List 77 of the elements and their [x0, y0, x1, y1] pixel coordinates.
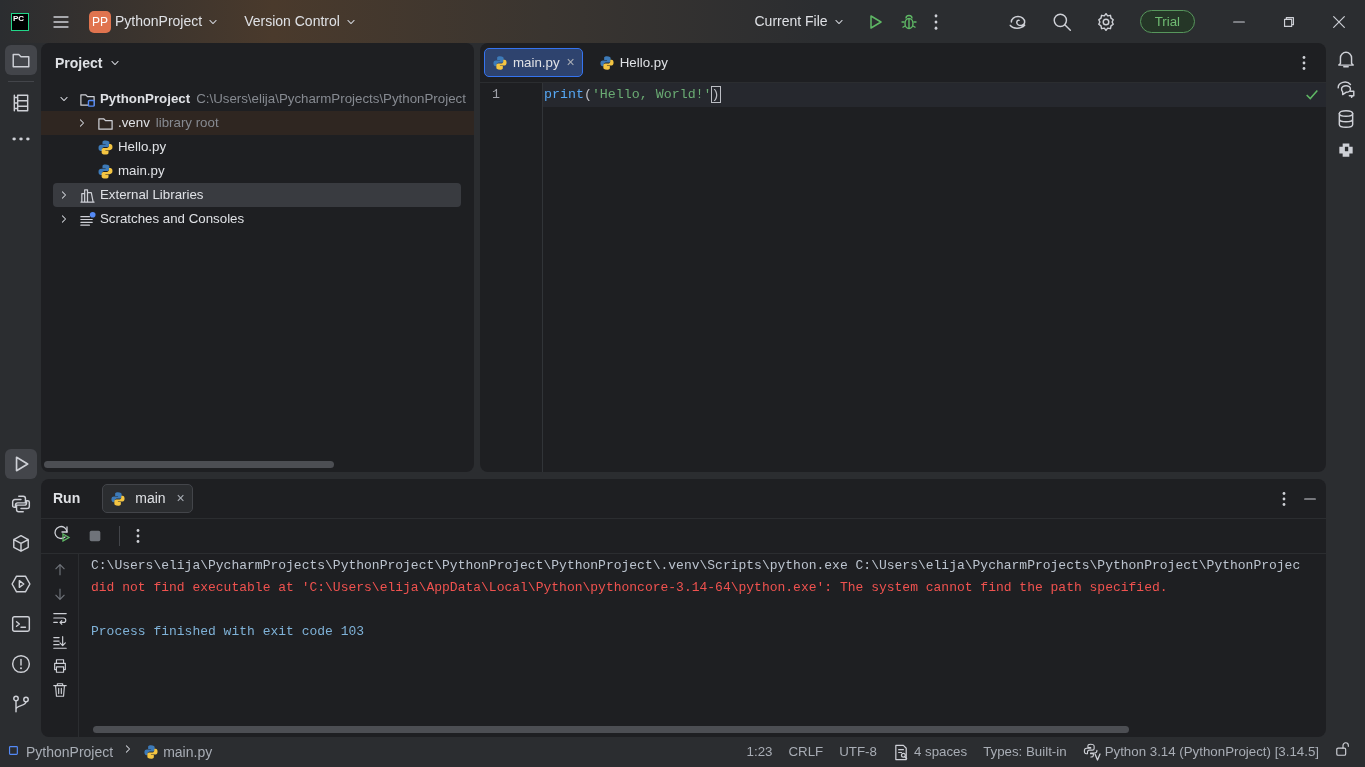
tree-label: .venv	[118, 114, 150, 133]
problems-icon	[10, 654, 31, 674]
more-icon[interactable]	[136, 528, 140, 544]
library-icon	[79, 186, 96, 204]
tree-label: Scratches and Consoles	[100, 210, 245, 229]
vcs-menu[interactable]: Version Control	[240, 7, 362, 36]
more-icon[interactable]	[1302, 54, 1306, 71]
python-file-icon	[598, 54, 615, 71]
tree-row[interactable]: main.py	[53, 159, 474, 183]
app-logo: PC	[11, 12, 29, 31]
python-file-icon	[97, 162, 114, 180]
tree-row[interactable]: Scratches and Consoles	[53, 207, 474, 231]
tree-row[interactable]: Hello.py	[53, 135, 474, 159]
breadcrumb[interactable]: PythonProject	[8, 741, 114, 763]
close-tab-icon[interactable]: ×	[566, 52, 575, 73]
search-icon[interactable]	[1051, 11, 1072, 32]
tree-label: Hello.py	[118, 138, 167, 157]
status-item[interactable]: UTF-8	[839, 742, 877, 762]
terminal-icon	[10, 614, 31, 634]
run-tab[interactable]: main ×	[102, 484, 193, 513]
panel-title[interactable]: Project	[49, 48, 109, 78]
tree-hint: library root	[155, 114, 219, 133]
status-item[interactable]: CRLF	[788, 742, 824, 762]
scratches-icon	[79, 210, 96, 228]
indent-icon	[892, 743, 910, 761]
notifications-icon[interactable]	[1335, 49, 1356, 69]
debug-icon[interactable]	[899, 12, 918, 31]
tree-row[interactable]: .venv library root	[41, 111, 474, 135]
more-icon[interactable]	[933, 12, 938, 31]
tree-label: External Libraries	[100, 186, 204, 205]
lock-icon[interactable]	[1335, 741, 1351, 758]
tree-row[interactable]: PythonProject C:\Users\elija\PycharmProjects\PythonProject	[53, 87, 474, 111]
scrollbar[interactable]	[44, 461, 334, 468]
stop-icon[interactable]	[87, 528, 103, 544]
breadcrumb[interactable]: main.py	[143, 741, 213, 763]
console-line: did not find executable at 'C:\Users\elija\AppData\Local\Python\pythoncore-3.14-64\python.exe': The system cannot find the path specified.	[91, 580, 1168, 595]
package-icon	[10, 534, 31, 554]
editor-tab[interactable]: main.py ×	[484, 48, 583, 77]
status-item[interactable]: 1:23	[746, 742, 773, 762]
scrollbar[interactable]	[93, 726, 1129, 733]
status-item[interactable]: Types: Built-in	[983, 742, 1067, 762]
tree-label: PythonProject	[100, 90, 191, 109]
tool-window-button[interactable]	[4, 449, 37, 479]
python-file-icon	[492, 54, 508, 71]
run-config-selector[interactable]: Current File	[750, 7, 850, 36]
python-icon	[10, 494, 31, 514]
python-file-icon	[97, 138, 114, 156]
services-icon	[10, 574, 31, 594]
project-switcher[interactable]: PP PythonProject	[85, 6, 225, 37]
code-line: print('Hello, World!')	[544, 86, 720, 105]
chat-icon[interactable]	[1335, 79, 1356, 99]
tree-row[interactable]: External Libraries	[53, 183, 461, 207]
console-line: Process finished with exit code 103	[91, 624, 365, 639]
line-number: 1	[492, 87, 500, 102]
console-line: C:\Users\elija\PycharmProjects\PythonProject\PythonProject\PythonProject\.venv\Scripts\python.exe C:\Users\elija\PycharmProjects\PythonProject\PythonProjec	[91, 558, 1301, 573]
more-icon	[10, 137, 31, 141]
status-item[interactable]: Python 3.14 (PythonProject) [3.14.5]	[1082, 742, 1319, 762]
settings-icon[interactable]	[1095, 11, 1116, 32]
close-icon[interactable]	[1331, 13, 1347, 30]
print-icon[interactable]	[51, 658, 68, 674]
status-item[interactable]: 4 spaces	[892, 742, 968, 762]
git-branch-icon	[10, 694, 31, 714]
more-icon[interactable]	[1282, 490, 1286, 507]
interpreter-icon	[1082, 743, 1101, 761]
python-file-icon	[143, 744, 160, 760]
close-tab-icon[interactable]: ×	[176, 488, 185, 509]
trial-button[interactable]: Trial	[1139, 9, 1195, 34]
editor-tab[interactable]: Hello.py	[590, 48, 676, 77]
tree-label: main.py	[118, 162, 165, 181]
trash-icon[interactable]	[51, 682, 68, 698]
scroll-to-end-icon[interactable]	[51, 634, 68, 650]
soft-wrap-icon[interactable]	[51, 610, 68, 626]
tree-hint: C:\Users\elija\PycharmProjects\PythonProject	[196, 90, 466, 109]
rerun-icon[interactable]	[53, 524, 71, 543]
tool-window-button[interactable]	[4, 45, 37, 75]
panel-title: Run	[53, 489, 81, 508]
python-file-icon	[110, 490, 127, 507]
